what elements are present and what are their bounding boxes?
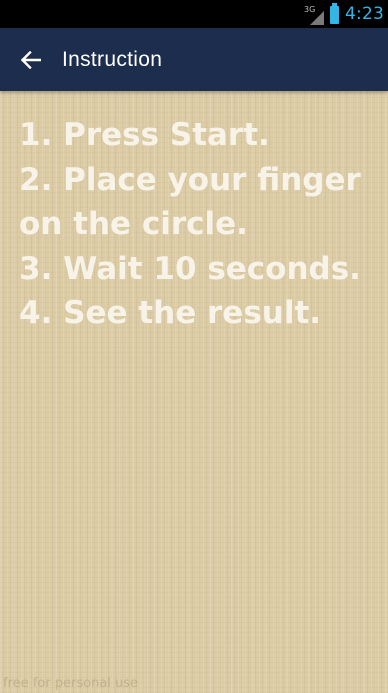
- instruction-step-2: 2. Place your finger on the circle.: [19, 161, 361, 243]
- instruction-content: 1. Press Start. 2. Place your finger on …: [0, 91, 388, 693]
- instruction-step-1: 1. Press Start.: [19, 117, 270, 153]
- status-clock: 4:23: [345, 4, 384, 24]
- instruction-step-3: 3. Wait 10 seconds.: [19, 250, 361, 287]
- status-icons: 3G 4:23: [304, 0, 384, 28]
- watermark-text: free for personal use: [3, 676, 139, 691]
- instruction-list: 1. Press Start. 2. Place your finger on …: [19, 113, 384, 336]
- back-button[interactable]: [0, 28, 62, 91]
- instruction-step-4: 4. See the result.: [19, 295, 322, 331]
- page-title: Instruction: [62, 47, 163, 71]
- app-bar: Instruction: [0, 28, 388, 91]
- arrow-left-icon: [21, 50, 41, 69]
- battery-icon: [330, 3, 340, 24]
- signal-icon: 3G: [304, 3, 325, 25]
- status-bar: 3G 4:23: [0, 0, 388, 28]
- screen: 3G 4:23 Instruction 1. Press Start. 2. P…: [0, 0, 388, 693]
- signal-bars-icon: [310, 11, 325, 25]
